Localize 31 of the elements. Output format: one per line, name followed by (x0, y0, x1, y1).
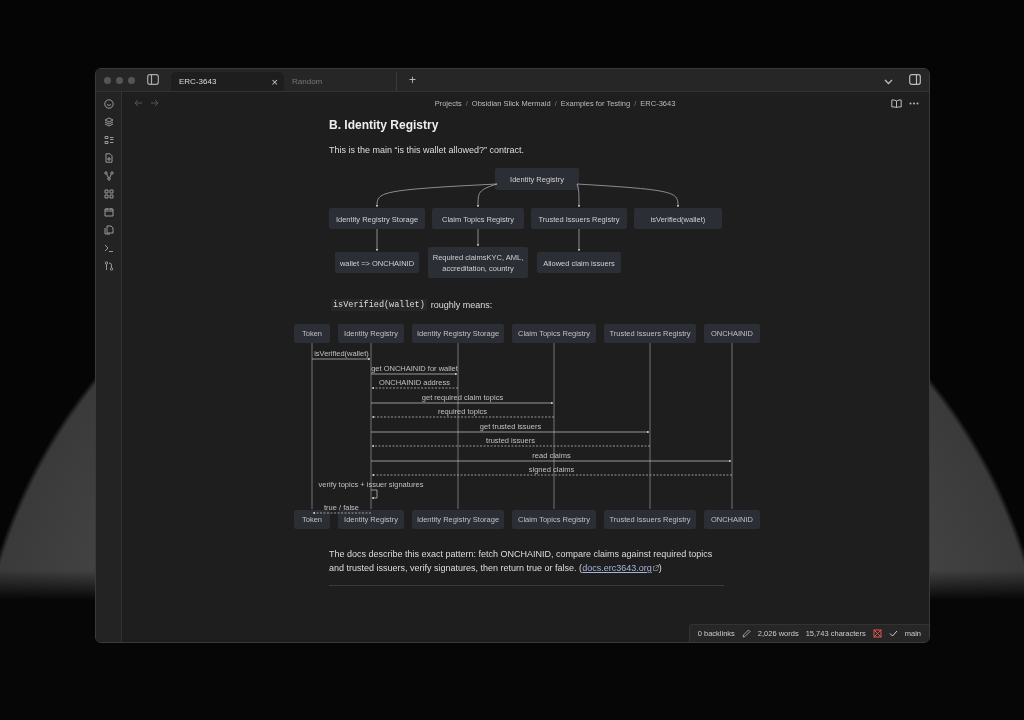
layers-icon[interactable] (103, 117, 114, 127)
tab[interactable]: ERC-3643 × (171, 72, 284, 91)
more-icon[interactable] (909, 101, 919, 105)
checklist-icon[interactable] (103, 135, 114, 145)
pencil-icon[interactable] (741, 629, 751, 638)
new-tab-button[interactable]: + (409, 73, 416, 87)
tab[interactable]: Random (284, 72, 397, 91)
file-icon[interactable] (103, 153, 114, 163)
paragraph: roughly means: (430, 300, 493, 310)
close-icon[interactable]: × (271, 75, 278, 88)
sync-error-icon[interactable] (872, 629, 882, 638)
sidebar-toggle-icon[interactable] (147, 74, 159, 85)
grid-icon[interactable] (103, 189, 114, 199)
paragraph: The docs describe this exact pattern: fetch ONCHAINID, compare claims against required topics and trusted issuers, verify signatures, then return true or false. (docs.erc3643.org ) (329, 548, 714, 575)
book-icon[interactable] (891, 98, 902, 108)
check-icon[interactable] (888, 630, 898, 637)
calendar-icon[interactable] (103, 207, 114, 217)
sidebar-toggle-icon[interactable] (909, 74, 921, 85)
section-heading: B. Identity Registry (329, 118, 440, 132)
chevron-down-icon[interactable] (884, 79, 893, 85)
inline-code: isVerified(wallet) (331, 299, 427, 311)
branch-icon[interactable] (103, 261, 114, 271)
terminal-icon[interactable] (103, 243, 114, 253)
forward-arrow-icon[interactable] (150, 99, 159, 107)
copy-icon[interactable] (103, 225, 114, 235)
paragraph: This is the main “is this wallet allowed?” contract. (329, 145, 526, 155)
external-link-icon (652, 565, 659, 571)
back-arrow-icon[interactable] (134, 99, 143, 107)
external-link[interactable]: docs.erc3643.org (582, 563, 659, 573)
graph-icon[interactable] (103, 171, 114, 181)
smiley-icon[interactable] (103, 99, 114, 109)
